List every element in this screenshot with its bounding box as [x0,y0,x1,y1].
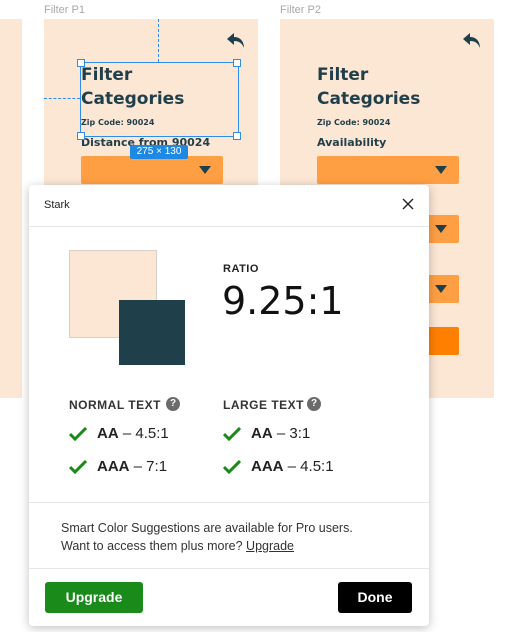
selection-box[interactable] [80,62,239,137]
check-icon [223,460,241,475]
upgrade-link[interactable]: Upgrade [246,539,294,553]
chevron-down-icon [199,166,211,174]
pro-message-prompt: Want to access them plus more? [61,539,243,553]
aaa-level: AAA [251,458,284,475]
frame-label-p2[interactable]: Filter P2 [280,4,321,16]
alignment-guide-horizontal [44,98,80,99]
divider [29,568,429,569]
divider [29,502,429,503]
large-text-label: LARGE TEXT [223,398,305,412]
chevron-down-icon [435,225,447,233]
done-button[interactable]: Done [338,582,412,613]
undo-icon[interactable] [460,29,484,53]
chevron-down-icon [435,285,447,293]
check-icon [69,460,87,475]
resize-handle-tl[interactable] [77,59,85,67]
distance-select[interactable] [81,156,223,184]
foreground-color-swatch[interactable] [119,300,185,365]
resize-handle-bl[interactable] [77,132,85,140]
close-icon[interactable] [401,197,415,211]
normal-aaa-result: AAA – 7:1 [69,458,167,475]
pro-message-line2: Want to access them plus more? Upgrade [61,537,353,555]
dialog-title: Stark [44,199,70,211]
undo-icon[interactable] [224,29,248,53]
check-icon [69,427,87,442]
normal-aa-result: AA – 4.5:1 [69,425,169,442]
aaa-level: AAA [97,458,130,475]
help-icon[interactable]: ? [307,397,321,411]
contrast-ratio-value: 9.25:1 [222,279,344,323]
frame-title-line1: Filter [317,65,369,85]
alignment-guide-vertical [158,19,159,62]
normal-text-label: NORMAL TEXT [69,398,161,412]
resize-handle-br[interactable] [233,132,241,140]
canvas-frame-left [0,19,22,398]
aa-level: AA [97,425,119,442]
large-aaa-result: AAA – 4.5:1 [223,458,334,475]
chevron-down-icon [435,166,447,174]
selection-size-badge: 275 × 130 [130,145,188,159]
aa-level: AA [251,425,273,442]
resize-handle-tr[interactable] [233,59,241,67]
dialog-header: Stark [29,185,429,227]
frame-label-p1[interactable]: Filter P1 [44,4,85,16]
check-icon [223,427,241,442]
availability-select[interactable] [317,156,459,184]
aa-ratio: – 4.5:1 [122,425,169,442]
stark-dialog: Stark RATIO 9.25:1 NORMAL TEXT ? AA – 4.… [29,185,429,626]
frame-title-line2: Categories [317,89,421,109]
pro-message-line1: Smart Color Suggestions are available fo… [61,521,353,535]
frame-title: Filter Categories [317,63,420,111]
availability-label: Availability [317,136,387,149]
ratio-label: RATIO [223,263,259,275]
aaa-ratio: – 4.5:1 [287,458,334,475]
aa-ratio: – 3:1 [276,425,311,442]
large-aa-result: AA – 3:1 [223,425,310,442]
upgrade-button[interactable]: Upgrade [45,582,143,613]
help-icon[interactable]: ? [166,397,180,411]
aaa-ratio: – 7:1 [133,458,168,475]
zip-code-text: Zip Code: 90024 [317,118,391,127]
pro-message: Smart Color Suggestions are available fo… [61,519,353,555]
